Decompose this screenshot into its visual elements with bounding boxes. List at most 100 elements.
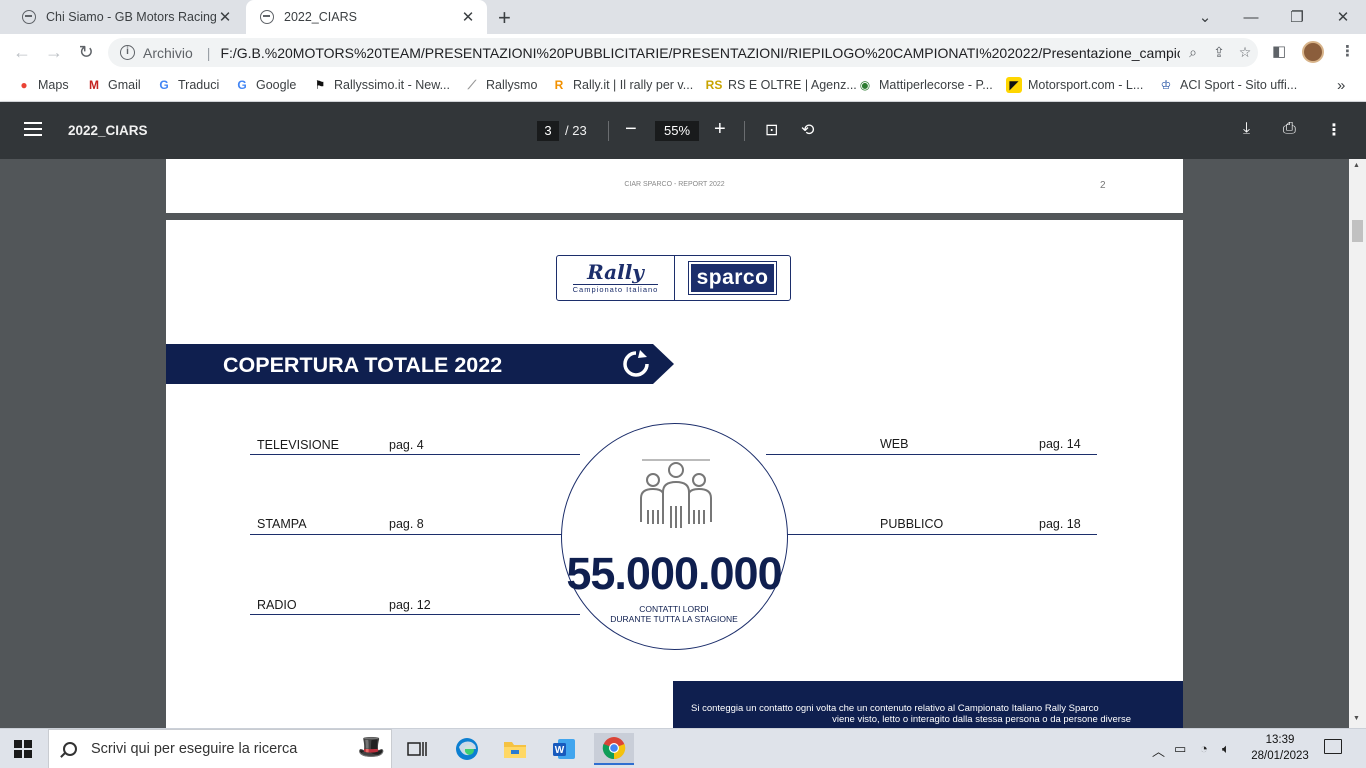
bookmark-gmail[interactable]: M Gmail bbox=[86, 77, 141, 93]
vertical-scrollbar[interactable]: ▲ ▼ bbox=[1349, 159, 1366, 728]
taskbar-clock[interactable]: 13:39 28/01/2023 bbox=[1244, 732, 1316, 764]
tab-2022-ciars[interactable]: 2022_CIARS ✕ bbox=[246, 0, 487, 34]
forward-button[interactable]: → bbox=[42, 40, 66, 64]
divider-line bbox=[782, 534, 1097, 535]
item-radio-label: RADIO bbox=[257, 598, 297, 612]
tray-expand-icon[interactable]: ︿ bbox=[1152, 741, 1165, 760]
back-button[interactable]: ← bbox=[10, 40, 34, 64]
section-banner: COPERTURA TOTALE 2022 bbox=[166, 344, 674, 384]
sparco-logo-text: sparco bbox=[687, 261, 778, 295]
item-stampa-label: STAMPA bbox=[257, 517, 307, 531]
bookmark-motorsport[interactable]: ◤ Motorsport.com - L... bbox=[1006, 77, 1143, 93]
tab-title: 2022_CIARS bbox=[284, 10, 357, 24]
rally-logo: Rally Campionato Italiano bbox=[557, 256, 675, 300]
zoom-input[interactable]: 55% bbox=[655, 121, 699, 141]
footnote-line-1: Si conteggia un contatto ogni volta che … bbox=[691, 703, 1099, 714]
edge-browser-icon[interactable] bbox=[447, 733, 487, 765]
tab-strip: Chi Siamo - GB Motors Racing ✕ 2022_CIAR… bbox=[0, 0, 1366, 34]
sparco-logo: sparco bbox=[675, 256, 790, 300]
page-header: CIAR SPARCO - REPORT 2022 bbox=[624, 181, 725, 188]
bookmark-rallysmo[interactable]: ⟋ Rallysmo bbox=[464, 77, 538, 93]
tab-chi-siamo[interactable]: Chi Siamo - GB Motors Racing ✕ bbox=[8, 0, 244, 34]
rally-sparco-logo: Rally Campionato Italiano sparco bbox=[556, 255, 791, 301]
side-panel-icon[interactable]: ◧ bbox=[1272, 42, 1286, 60]
bookmark-label: Rally.it | Il rally per v... bbox=[573, 78, 694, 92]
word-icon[interactable]: W bbox=[544, 733, 584, 765]
info-icon[interactable]: i bbox=[120, 45, 135, 60]
hamburger-menu-icon[interactable] bbox=[24, 122, 42, 136]
more-actions-icon[interactable]: ⋮ bbox=[1326, 120, 1342, 140]
rallyssimo-icon: ⚑ bbox=[314, 78, 326, 92]
mattiperlecorse-icon: ◉ bbox=[859, 78, 871, 92]
scroll-up-arrow[interactable]: ▲ bbox=[1353, 162, 1360, 169]
item-televisione-page: pag. 4 bbox=[389, 438, 424, 452]
page-total: / 23 bbox=[565, 123, 587, 138]
pdf-toolbar: 2022_CIARS 3 / 23 − 55% + ⊡ ⟲ ⤓ ⎙ ⋮ bbox=[0, 102, 1366, 159]
item-televisione-label: TELEVISIONE bbox=[257, 438, 339, 452]
divider-line bbox=[766, 454, 1097, 455]
bookmark-rally-it[interactable]: R Rally.it | Il rally per v... bbox=[551, 77, 694, 93]
close-tab-icon[interactable]: ✕ bbox=[459, 8, 477, 26]
divider-line bbox=[250, 454, 580, 455]
download-icon[interactable]: ⤓ bbox=[1243, 120, 1250, 138]
bookmark-rs-oltre[interactable]: RS RS E OLTRE | Agenz... bbox=[706, 77, 857, 93]
bookmark-maps[interactable]: ● Maps bbox=[16, 77, 68, 93]
bookmark-star-icon[interactable]: ☆ bbox=[1232, 44, 1258, 61]
item-stampa-page: pag. 8 bbox=[389, 517, 424, 531]
zoom-out-button[interactable]: − bbox=[625, 118, 637, 141]
zoom-search-icon[interactable]: ⌕ bbox=[1180, 44, 1206, 61]
fit-to-page-icon[interactable]: ⊡ bbox=[765, 120, 778, 140]
item-web-label: WEB bbox=[880, 437, 909, 451]
menu-dots-icon[interactable]: ⋮ bbox=[1340, 42, 1355, 60]
separator: | bbox=[206, 44, 211, 61]
share-icon[interactable]: ⇪ bbox=[1206, 44, 1232, 61]
battery-icon[interactable]: ▭ bbox=[1174, 741, 1186, 757]
browser-window: Chi Siamo - GB Motors Racing ✕ 2022_CIAR… bbox=[0, 0, 1366, 768]
file-explorer-icon[interactable] bbox=[495, 733, 535, 765]
close-tab-icon[interactable]: ✕ bbox=[216, 8, 234, 26]
print-icon[interactable]: ⎙ bbox=[1283, 120, 1296, 138]
search-highlight-icon[interactable]: 🎩 bbox=[358, 734, 385, 760]
chrome-icon[interactable] bbox=[594, 733, 634, 765]
minimize-button[interactable]: — bbox=[1228, 0, 1274, 34]
new-tab-button[interactable]: + bbox=[498, 5, 511, 31]
rally-it-icon: R bbox=[554, 78, 564, 92]
scheme-label: Archivio bbox=[143, 44, 193, 61]
rotate-icon[interactable]: ⟲ bbox=[801, 120, 814, 140]
taskbar-search-box[interactable]: Scrivi qui per eseguire la ricerca 🎩 bbox=[48, 729, 392, 768]
globe-icon bbox=[260, 10, 274, 24]
page-number-input[interactable]: 3 bbox=[537, 121, 559, 141]
total-contacts-value: 55.000.000 bbox=[566, 548, 782, 599]
zoom-in-button[interactable]: + bbox=[714, 118, 726, 141]
scroll-down-arrow[interactable]: ▼ bbox=[1353, 715, 1360, 722]
task-view-icon[interactable] bbox=[397, 733, 437, 765]
reload-button[interactable]: ↻ bbox=[74, 40, 98, 64]
total-label-line-2: DURANTE TUTTA LA STAGIONE bbox=[610, 614, 738, 624]
wifi-icon[interactable]: ◔ bbox=[1200, 741, 1208, 756]
bookmark-google[interactable]: G Google bbox=[234, 77, 296, 93]
clock-date: 28/01/2023 bbox=[1251, 750, 1309, 762]
volume-icon[interactable]: 🔈︎ bbox=[1222, 741, 1230, 757]
more-bookmarks-button[interactable]: » bbox=[1337, 77, 1345, 94]
bookmark-rallyssimo[interactable]: ⚑ Rallyssimo.it - New... bbox=[312, 77, 450, 93]
notification-center-icon[interactable] bbox=[1324, 739, 1342, 754]
windows-start-icon[interactable] bbox=[14, 740, 32, 758]
pdf-viewer[interactable]: CIAR SPARCO - REPORT 2022 2 Rally Campio… bbox=[0, 159, 1366, 728]
bookmark-traduci[interactable]: G Traduci bbox=[156, 77, 219, 93]
bookmark-aci-sport[interactable]: ♔ ACI Sport - Sito uffi... bbox=[1158, 77, 1298, 93]
url-text[interactable]: F:/G.B.%20MOTORS%20TEAM/PRESENTAZIONI%20… bbox=[220, 45, 1180, 61]
banner-title: COPERTURA TOTALE 2022 bbox=[223, 353, 503, 377]
tab-search-icon[interactable]: ⌄ bbox=[1182, 0, 1228, 34]
rallysmo-icon: ⟋ bbox=[467, 77, 477, 92]
scrollbar-thumb[interactable] bbox=[1352, 220, 1363, 242]
motorsport-icon: ◤ bbox=[1006, 77, 1022, 93]
bookmark-mattiperlecorse[interactable]: ◉ Mattiperlecorse - P... bbox=[857, 77, 993, 93]
browser-toolbar: ← → ↻ i Archivio | F:/G.B.%20MOTORS%20TE… bbox=[0, 34, 1366, 70]
footnote-line-2: viene visto, letto o interagito dalla st… bbox=[832, 714, 1131, 725]
refresh-icon bbox=[623, 350, 649, 377]
restore-button[interactable]: ❐ bbox=[1274, 0, 1320, 34]
profile-avatar[interactable] bbox=[1302, 41, 1324, 63]
people-group-icon bbox=[640, 459, 712, 528]
address-bar[interactable]: i Archivio | F:/G.B.%20MOTORS%20TEAM/PRE… bbox=[108, 38, 1258, 67]
close-window-button[interactable]: ✕ bbox=[1320, 0, 1366, 34]
